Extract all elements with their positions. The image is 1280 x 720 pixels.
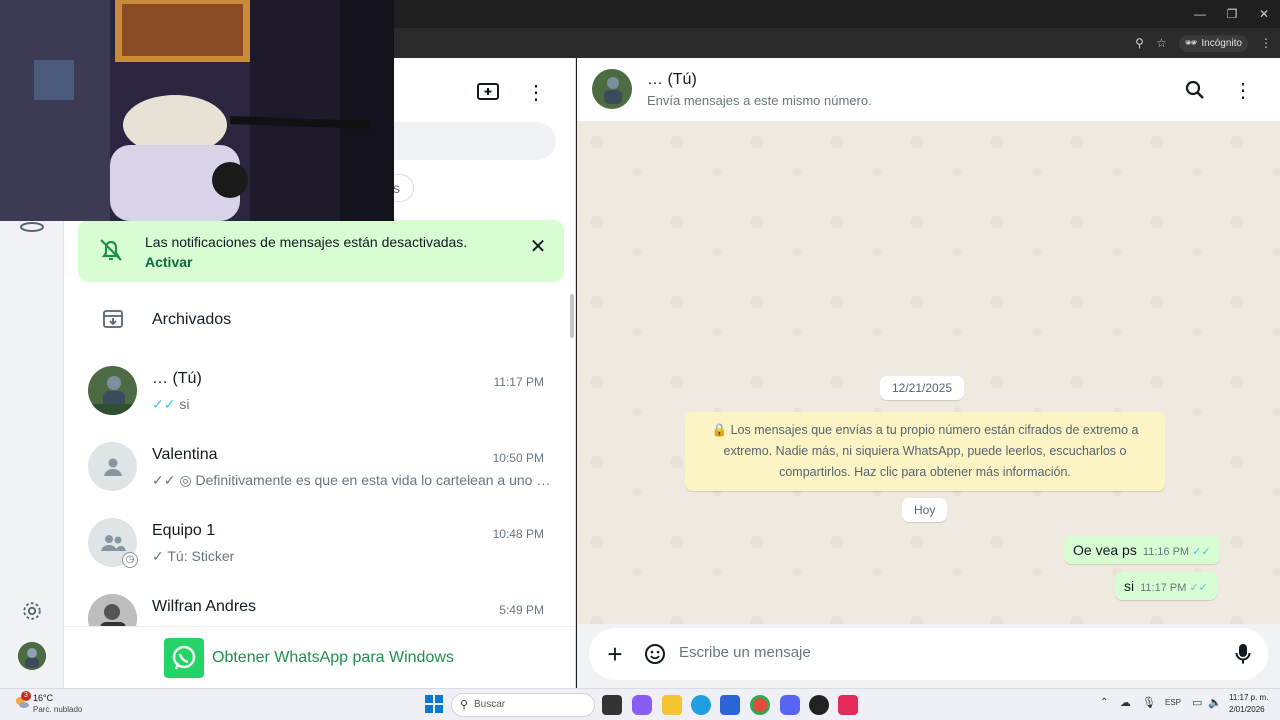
onedrive-icon[interactable]: ☁ [1120,696,1131,709]
restore-icon[interactable]: ❐ [1216,0,1248,28]
chat-menu-dots-icon[interactable]: ⋮ [1231,78,1255,102]
store-icon[interactable] [720,695,740,715]
composer: + Escribe un mensaje [589,628,1268,680]
default-avatar-icon [88,442,137,491]
today-pill: Hoy [902,498,948,522]
chat-wallpaper [577,122,1280,688]
address-bar-actions: ⚲ ☆ 🕶 Incógnito ⋮ [1135,28,1272,58]
encryption-notice[interactable]: 🔒 Los mensajes que envías a tu propio nú… [685,412,1165,491]
settings-gear-icon[interactable] [20,599,44,623]
incognito-icon: 🕶 [1184,37,1198,49]
network-icon[interactable]: ▭ [1192,696,1202,709]
chat-header[interactable]: … (Tú) Envía mensajes a este mismo númer… [577,58,1280,122]
clock-time[interactable]: 11:17 p. m. [1229,693,1268,702]
outgoing-message[interactable]: Oe vea ps 11:16 PM ✓✓ [1064,536,1220,564]
sent-tick-icon: ✓ [152,548,164,564]
composer-bar: + Escribe un mensaje [577,624,1280,688]
task-view-icon[interactable] [602,695,622,715]
conversation-pane: … (Tú) Envía mensajes a este mismo númer… [577,58,1280,688]
close-banner-icon[interactable]: ✕ [526,234,550,258]
archive-icon [102,308,124,335]
view-once-icon: ◎ [179,472,192,488]
menu-dots-icon[interactable]: ⋮ [522,78,550,106]
message-input[interactable]: Escribe un mensaje [679,644,811,661]
read-ticks-icon: ✓✓ [1189,582,1208,594]
minimize-icon[interactable]: — [1184,0,1216,28]
tray-overflow-icon[interactable]: ⌃ [1100,697,1108,708]
edge-icon[interactable] [691,695,711,715]
get-whatsapp-windows-button[interactable]: Obtener WhatsApp para Windows [164,638,454,678]
lock-icon: 🔒 [711,423,728,437]
weather-desc: Parc. nublado [33,705,83,714]
file-explorer-icon[interactable] [662,695,682,715]
windows-start-icon[interactable] [425,695,443,718]
archived-label: Archivados [152,311,232,328]
browser-menu-icon[interactable]: ⋮ [1260,36,1272,50]
read-ticks-icon: ✓✓ [1192,546,1211,558]
notification-text: Las notificaciones de mensajes están des… [145,234,468,250]
chat-list-item[interactable]: … (Tú) 11:17 PM ✓✓ si [64,350,575,426]
whatsapp-logo-icon [164,638,204,678]
archived-row[interactable]: Archivados [64,290,575,350]
weather-badge: 3 [21,691,31,701]
star-icon[interactable]: ☆ [1156,36,1167,50]
outgoing-message[interactable]: si 11:17 PM ✓✓ [1115,572,1217,600]
webcam-overlay [0,0,394,221]
emoji-icon[interactable] [643,642,667,666]
read-ticks-icon: ✓✓ [152,396,176,412]
zoom-icon[interactable]: ⚲ [1135,36,1144,50]
chrome-icon[interactable] [750,695,770,715]
chat-title: … (Tú) [647,71,697,88]
chat-avatar [88,366,137,415]
notification-banner: Las notificaciones de mensajes están des… [78,220,564,282]
weather-temp: 16°C [33,693,54,703]
profile-avatar[interactable] [18,642,46,670]
windows-taskbar: 3 16°C Parc. nublado ⚲ Buscar ⌃ ☁ 🎙 ESP … [0,688,1280,720]
close-icon[interactable]: ✕ [1248,0,1280,28]
chat-subtitle: Envía mensajes a este mismo número. [647,93,872,108]
activate-notifications-link[interactable]: Activar [145,254,192,270]
delivered-ticks-icon: ✓✓ [152,472,176,488]
taskbar-search[interactable]: ⚲ Buscar [451,693,595,717]
search-icon[interactable] [1183,78,1207,102]
obs-icon[interactable] [809,695,829,715]
search-icon: ⚲ [460,699,469,711]
incognito-badge[interactable]: 🕶 Incógnito [1178,34,1248,52]
chat-list-item[interactable]: ◷ Equipo 1 10:48 PM ✓ Tú: Sticker [64,502,575,578]
volume-icon[interactable]: 🔈 [1208,696,1222,709]
tiktok-icon[interactable] [838,695,858,715]
scrollbar-thumb[interactable] [570,294,574,338]
disappearing-timer-icon: ◷ [122,552,138,568]
new-chat-icon[interactable] [474,78,502,106]
chat-list-item[interactable]: Valentina 10:50 PM ✓✓ ◎ Definitivamente … [64,426,575,502]
microphone-icon[interactable] [1231,642,1255,666]
bell-off-icon [96,235,126,270]
clock-date[interactable]: 2/01/2026 [1229,705,1265,714]
attach-plus-icon[interactable]: + [603,639,627,669]
discord-icon[interactable] [780,695,800,715]
copilot-icon[interactable] [632,695,652,715]
date-pill: 12/21/2025 [880,376,965,400]
language-indicator[interactable]: ESP [1165,698,1181,707]
mic-tray-icon[interactable]: 🎙 [1142,696,1156,709]
header-avatar[interactable] [592,69,632,109]
window-controls: — ❐ ✕ [1184,0,1280,28]
